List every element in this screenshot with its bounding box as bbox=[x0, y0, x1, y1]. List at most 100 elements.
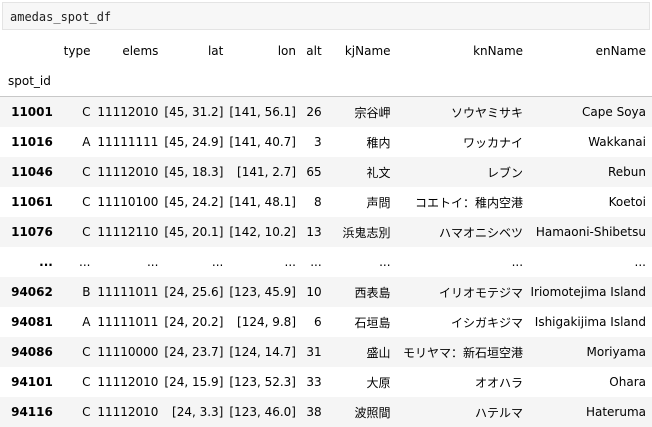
cell-alt: 10 bbox=[302, 277, 328, 307]
cell-kjname: 宗谷岬 bbox=[327, 96, 397, 127]
cell-kjname: 西表島 bbox=[327, 277, 397, 307]
cell-type: A bbox=[58, 127, 97, 157]
column-header: lon bbox=[277, 44, 296, 58]
cell-kjname: 浜鬼志別 bbox=[327, 217, 397, 247]
cell-alt: 26 bbox=[302, 96, 328, 127]
cell-knname: イリオモテジマ bbox=[396, 277, 530, 307]
cell-knname: ハテルマ bbox=[396, 397, 530, 427]
code-cell-input[interactable]: amedas_spot_df bbox=[2, 2, 650, 30]
cell-lon: [141, 48.1] bbox=[229, 187, 302, 217]
table-row: 11016 A 11111111 [45, 24.9] [141, 40.7] 3 稚内 ワッ… bbox=[0, 127, 652, 157]
cell-kjname: ... bbox=[327, 247, 397, 277]
cell-knname: オオハラ bbox=[396, 367, 530, 397]
cell-alt: 3 bbox=[302, 127, 328, 157]
cell-lat: ... bbox=[164, 247, 230, 277]
cell-elems: 11111111 bbox=[96, 127, 165, 157]
cell-lon: [141, 56.1] bbox=[229, 96, 302, 127]
table-row: ........................... bbox=[0, 247, 652, 277]
cell-enname: Moriyama bbox=[529, 337, 652, 367]
cell-kjname: 盛山 bbox=[327, 337, 397, 367]
cell-type: C bbox=[58, 157, 97, 187]
cell-enname: Wakkanai bbox=[529, 127, 652, 157]
column-header: enName bbox=[595, 44, 646, 58]
code-cell-text: amedas_spot_df bbox=[10, 10, 112, 24]
cell-type: B bbox=[58, 277, 97, 307]
column-header: lat bbox=[207, 44, 224, 58]
cell-enname: Cape Soya bbox=[529, 96, 652, 127]
row-index: 11046 bbox=[0, 157, 59, 187]
table-row: 11001 C 11112010 [45, 31.2] [141, 56.1] 26 宗谷岬… bbox=[0, 96, 652, 127]
cell-elems: 11112010 bbox=[96, 157, 165, 187]
table-row: 11076 C 11112110 [45, 20.1] [142, 10.2] 13 浜鬼志… bbox=[0, 217, 652, 247]
cell-knname: ... bbox=[396, 247, 530, 277]
column-header: alt bbox=[306, 44, 322, 58]
cell-lat: [24, 23.7] bbox=[164, 337, 230, 367]
row-index: 11016 bbox=[0, 127, 59, 157]
table-row: 94101 C 11112010 [24, 15.9] [123, 52.3] 33 大原オ… bbox=[0, 367, 652, 397]
row-index: 11001 bbox=[0, 96, 59, 127]
cell-knname: イシガキジマ bbox=[396, 307, 530, 337]
table-row: 94081 A 11111011 [24, 20.2] [124, 9.8] 6 石垣島 イシ… bbox=[0, 307, 652, 337]
index-name-header: spot_id bbox=[0, 66, 59, 97]
row-index: 11061 bbox=[0, 187, 59, 217]
cell-lat: [24, 25.6] bbox=[164, 277, 230, 307]
cell-lon: [123, 52.3] bbox=[229, 367, 302, 397]
empty-header bbox=[302, 66, 328, 97]
table-row: 94062 B 11111011 [24, 25.6] [123, 45.9] 10 西表島… bbox=[0, 277, 652, 307]
index-corner-header bbox=[0, 36, 59, 66]
row-index: 11076 bbox=[0, 217, 59, 247]
cell-lon: [123, 46.0] bbox=[229, 397, 302, 427]
cell-enname: Rebun bbox=[529, 157, 652, 187]
cell-alt: 65 bbox=[302, 157, 328, 187]
cell-enname: Koetoi bbox=[529, 187, 652, 217]
row-index: 94086 bbox=[0, 337, 59, 367]
cell-lon: [124, 14.7] bbox=[229, 337, 302, 367]
cell-knname: レブン bbox=[396, 157, 530, 187]
row-index: ... bbox=[0, 247, 59, 277]
cell-lat: [24, 20.2] bbox=[164, 307, 230, 337]
cell-type: C bbox=[58, 337, 97, 367]
cell-lat: [45, 24.9] bbox=[164, 127, 230, 157]
cell-enname: Hateruma bbox=[529, 397, 652, 427]
index-name-row: spot_id bbox=[0, 66, 652, 97]
cell-type: C bbox=[58, 217, 97, 247]
cell-lat: [45, 24.2] bbox=[164, 187, 230, 217]
cell-elems: 11110000 bbox=[96, 337, 165, 367]
empty-header bbox=[396, 66, 530, 97]
cell-knname: ソウヤミサキ bbox=[396, 96, 530, 127]
cell-elems: 11112110 bbox=[96, 217, 165, 247]
table-row: 94086 C 11110000 [24, 23.7] [124, 14.7] 31 盛山モ… bbox=[0, 337, 652, 367]
cell-type: C bbox=[58, 96, 97, 127]
cell-kjname: 波照間 bbox=[327, 397, 397, 427]
cell-type: C bbox=[58, 187, 97, 217]
cell-lon: ... bbox=[229, 247, 302, 277]
cell-enname: ... bbox=[529, 247, 652, 277]
cell-kjname: 礼文 bbox=[327, 157, 397, 187]
cell-lat: [45, 18.3] bbox=[164, 157, 230, 187]
table-row: 94116 C 11112010 [24, 3.3] [123, 46.0] 38 波照間ハ… bbox=[0, 397, 652, 427]
cell-type: C bbox=[58, 397, 97, 427]
cell-alt: 6 bbox=[302, 307, 328, 337]
cell-enname: Ohara bbox=[529, 367, 652, 397]
cell-knname: ハマオニシベツ bbox=[396, 217, 530, 247]
cell-enname: Hamaoni-Shibetsu bbox=[529, 217, 652, 247]
cell-type: ... bbox=[58, 247, 97, 277]
cell-kjname: 大原 bbox=[327, 367, 397, 397]
cell-kjname: 声問 bbox=[327, 187, 397, 217]
row-index: 94081 bbox=[0, 307, 59, 337]
empty-header bbox=[229, 66, 302, 97]
table-row: 11061 C 11110100 [45, 24.2] [141, 48.1] 8 声問 コエ… bbox=[0, 187, 652, 217]
cell-elems: 11112010 bbox=[96, 397, 165, 427]
cell-lon: [142, 10.2] bbox=[229, 217, 302, 247]
cell-elems: 11111011 bbox=[96, 277, 165, 307]
cell-lat: [45, 31.2] bbox=[164, 96, 230, 127]
cell-knname: コエトイ：稚内空港 bbox=[396, 187, 530, 217]
cell-alt: 31 bbox=[302, 337, 328, 367]
cell-lat: [24, 15.9] bbox=[164, 367, 230, 397]
cell-lon: [141, 2.7] bbox=[229, 157, 302, 187]
cell-alt: ... bbox=[302, 247, 328, 277]
column-header: kjName bbox=[344, 44, 391, 58]
cell-knname: ワッカナイ bbox=[396, 127, 530, 157]
empty-header bbox=[327, 66, 397, 97]
column-header: knName bbox=[473, 44, 524, 58]
